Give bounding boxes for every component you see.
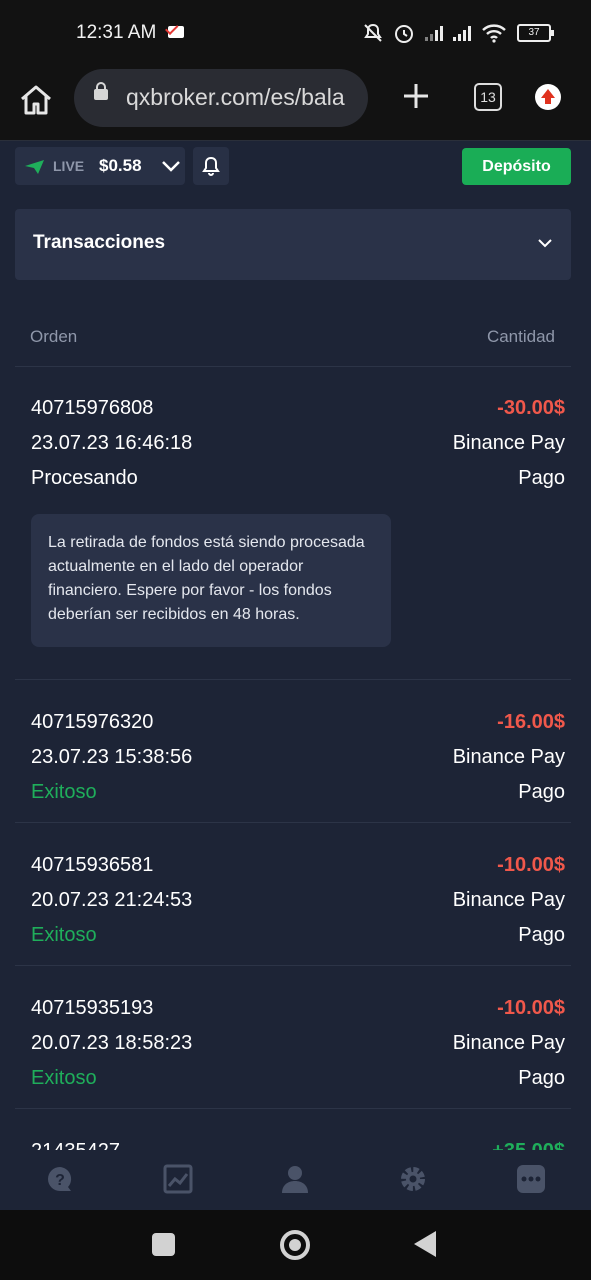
wifi-icon xyxy=(482,24,506,43)
lock-icon xyxy=(94,82,108,100)
transactions-title: Transacciones xyxy=(33,232,166,253)
status-time: 12:31 AM xyxy=(76,22,157,43)
transaction-status: Exitoso xyxy=(31,924,97,946)
deposit-button[interactable]: Depósito xyxy=(462,148,571,185)
transaction-amount: -10.00$ xyxy=(497,854,565,876)
transaction-amount: -10.00$ xyxy=(497,997,565,1019)
home-icon[interactable] xyxy=(18,82,54,118)
tabs-icon[interactable]: 13 xyxy=(474,83,502,111)
notifications-button[interactable] xyxy=(193,147,229,185)
balance-value: $0.58 xyxy=(99,156,142,175)
more-icon[interactable] xyxy=(516,1164,546,1194)
transaction-type: Pago xyxy=(518,924,565,946)
mute-icon xyxy=(364,23,382,42)
transaction-method: Binance Pay xyxy=(452,1032,565,1054)
column-amount: Cantidad xyxy=(486,327,555,346)
transaction-method: Binance Pay xyxy=(452,432,565,454)
transaction-status: Exitoso xyxy=(31,1067,97,1089)
url-text: qxbroker.com/es/bala xyxy=(126,84,345,110)
recents-icon[interactable] xyxy=(152,1233,175,1256)
table-header: Orden Cantidad xyxy=(15,310,571,367)
paper-plane-icon xyxy=(25,160,44,174)
transaction-date: 23.07.23 16:46:18 xyxy=(31,432,193,454)
chevron-down-icon xyxy=(162,161,180,172)
plus-icon[interactable] xyxy=(402,82,430,110)
transaction-row[interactable]: 40715976808 23.07.23 16:46:18 Procesando… xyxy=(15,366,571,680)
signal-icon xyxy=(425,25,443,41)
back-icon[interactable] xyxy=(414,1231,436,1257)
home-icon[interactable] xyxy=(280,1230,310,1260)
chevron-down-icon xyxy=(538,239,552,248)
gmail-icon xyxy=(168,26,184,38)
chart-icon[interactable] xyxy=(163,1164,193,1194)
url-bar[interactable]: qxbroker.com/es/bala xyxy=(74,69,368,127)
account-mode: LIVE xyxy=(53,158,85,174)
signal-icon xyxy=(453,25,471,41)
transaction-date: 20.07.23 18:58:23 xyxy=(31,1032,193,1054)
status-bar: 12:31 AM 37 xyxy=(0,0,591,66)
transaction-id: 40715936581 xyxy=(31,854,154,876)
transaction-method: Binance Pay xyxy=(452,889,565,911)
android-nav-bar xyxy=(0,1210,591,1280)
transaction-row[interactable]: 40715936581 20.07.23 21:24:53 Exitoso -1… xyxy=(15,823,571,966)
transaction-row[interactable]: 40715935193 20.07.23 18:58:23 Exitoso -1… xyxy=(15,966,571,1109)
update-icon[interactable] xyxy=(535,84,561,110)
svg-text:?: ? xyxy=(55,1172,65,1189)
transaction-type: Pago xyxy=(518,467,565,489)
help-icon[interactable]: ? xyxy=(45,1164,75,1194)
transaction-type: Pago xyxy=(518,781,565,803)
browser-toolbar: qxbroker.com/es/bala 13 xyxy=(0,66,591,141)
transaction-type: Pago xyxy=(518,1067,565,1089)
column-order: Orden xyxy=(30,327,78,346)
processing-note: La retirada de fondos está siendo proces… xyxy=(31,514,391,647)
bottom-nav: ? xyxy=(0,1150,591,1210)
transaction-status: Procesando xyxy=(31,467,138,489)
transactions-dropdown[interactable]: Transacciones xyxy=(15,209,571,280)
transaction-id: 40715976808 xyxy=(31,397,154,419)
settings-icon[interactable] xyxy=(398,1164,428,1194)
account-selector[interactable]: LIVE $0.58 xyxy=(15,147,185,185)
transaction-amount: -30.00$ xyxy=(497,397,565,419)
transaction-amount: -16.00$ xyxy=(497,711,565,733)
transaction-method: Binance Pay xyxy=(452,746,565,768)
user-icon[interactable] xyxy=(280,1164,310,1194)
transaction-date: 23.07.23 15:38:56 xyxy=(31,746,193,768)
app-header: LIVE $0.58 Depósito xyxy=(0,141,591,193)
transaction-id: 40715935193 xyxy=(31,997,154,1019)
status-icons: 37 xyxy=(363,22,554,44)
transaction-date: 20.07.23 21:24:53 xyxy=(31,889,193,911)
battery-icon: 37 xyxy=(517,24,554,42)
bell-icon xyxy=(202,156,220,176)
transaction-status: Exitoso xyxy=(31,781,97,803)
transaction-row[interactable]: 40715976320 23.07.23 15:38:56 Exitoso -1… xyxy=(15,680,571,823)
transaction-id: 40715976320 xyxy=(31,711,154,733)
alarm-icon xyxy=(395,25,413,43)
